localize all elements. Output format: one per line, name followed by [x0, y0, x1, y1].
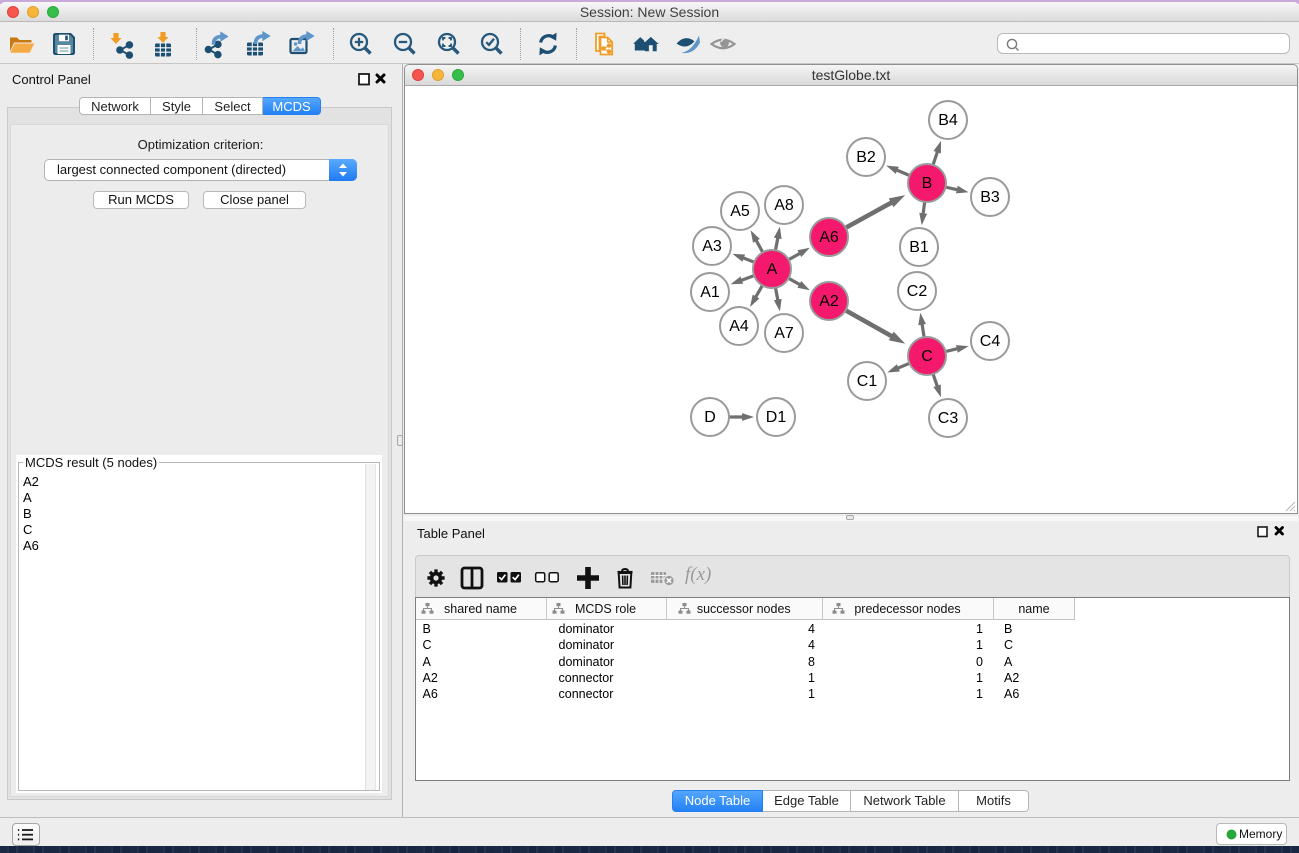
- svg-text:B2: B2: [856, 149, 876, 166]
- svg-text:B: B: [922, 175, 933, 192]
- svg-text:A3: A3: [702, 238, 722, 255]
- svg-text:B4: B4: [938, 112, 958, 129]
- svg-text:D: D: [704, 409, 716, 426]
- svg-text:D1: D1: [766, 409, 787, 426]
- svg-text:B3: B3: [980, 189, 1000, 206]
- svg-text:A7: A7: [774, 325, 794, 342]
- svg-text:C3: C3: [938, 410, 959, 427]
- svg-text:A6: A6: [819, 229, 839, 246]
- svg-text:C2: C2: [907, 283, 928, 300]
- svg-text:A8: A8: [774, 197, 794, 214]
- svg-text:C1: C1: [857, 373, 878, 390]
- svg-text:B1: B1: [909, 239, 929, 256]
- svg-text:A4: A4: [729, 318, 749, 335]
- svg-text:A5: A5: [730, 203, 750, 220]
- svg-text:A1: A1: [700, 284, 720, 301]
- svg-text:A: A: [767, 261, 778, 278]
- svg-text:A2: A2: [819, 293, 839, 310]
- svg-text:C: C: [921, 348, 933, 365]
- svg-text:C4: C4: [980, 333, 1001, 350]
